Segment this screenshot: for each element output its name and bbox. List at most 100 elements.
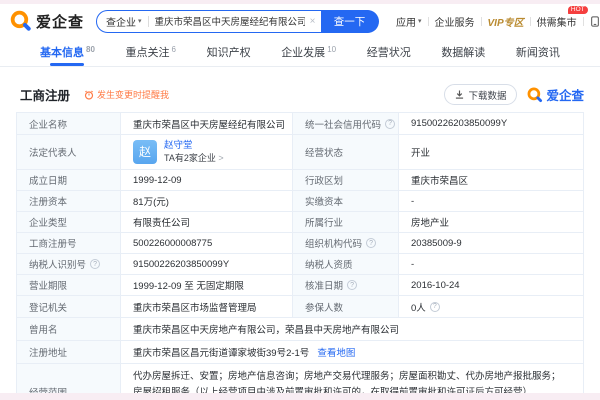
header-nav: 应用 ▾ 企业服务 VIP专区 供需集市 HOT xyxy=(396,4,600,38)
tab-6[interactable]: 数据解读 xyxy=(441,38,485,66)
search-category-label: 查企业 xyxy=(106,14,136,29)
page-background: 爱企查 查企业 ▾ × 查一下 应用 ▾ 企业服务 xyxy=(0,0,600,400)
alarm-icon xyxy=(84,90,94,100)
field-label: 曾用名 xyxy=(17,318,121,340)
field-label: 法定代表人 xyxy=(17,135,121,169)
field-label: 组织机构代码? xyxy=(293,233,399,253)
nav-apps[interactable]: 应用 ▾ xyxy=(396,14,422,29)
field-value: 1999-12-09 xyxy=(121,170,293,190)
download-icon xyxy=(455,90,464,99)
table-row: 注册地址重庆市荣昌区昌元街道谭家坡街39号2-1号查看地图 xyxy=(17,341,583,364)
info-icon[interactable]: ? xyxy=(90,259,100,269)
tab-count: 80 xyxy=(86,45,95,54)
aiqicha-watermark: 爱企查 xyxy=(527,85,584,104)
field-value: 赵赵守堂TA有2家企业 > xyxy=(121,135,293,169)
info-icon[interactable]: ? xyxy=(366,238,376,248)
field-label: 纳税人资质 xyxy=(293,254,399,274)
nav-vip-zone[interactable]: VIP专区 xyxy=(488,14,524,29)
divider xyxy=(428,17,429,26)
tab-label: 企业发展 xyxy=(281,44,325,60)
tab-count: 6 xyxy=(172,45,176,54)
download-label: 下载数据 xyxy=(468,88,506,102)
field-label: 统一社会信用代码? xyxy=(293,113,399,134)
table-row: 登记机关重庆市荣昌区市场监督管理局参保人数0人? xyxy=(17,296,583,318)
tab-label: 经营状况 xyxy=(367,44,411,60)
field-value: 81万(元) xyxy=(121,191,293,211)
tab-7[interactable]: 新闻资讯 xyxy=(516,38,560,66)
field-value: - xyxy=(399,191,583,211)
tab-4[interactable]: 企业发展10 xyxy=(281,38,336,66)
field-label: 经营状态 xyxy=(293,135,399,169)
field-label: 参保人数 xyxy=(293,296,399,317)
field-value: 1999-12-09 至 无固定期限 xyxy=(121,275,293,295)
nav-supply-market-label: 供需集市 xyxy=(537,14,577,29)
registration-table: 企业名称重庆市荣昌区中天房屋经纪有限公司统一社会信用代码?91500226203… xyxy=(16,112,584,393)
field-label: 企业名称 xyxy=(17,113,121,134)
download-data-button[interactable]: 下载数据 xyxy=(444,84,517,105)
table-row: 营业期限1999-12-09 至 无固定期限核准日期?2016-10-24 xyxy=(17,275,583,296)
field-value: 91500226203850099Y xyxy=(121,254,293,274)
view-map-link[interactable]: 查看地图 xyxy=(317,345,355,359)
change-alert-link[interactable]: 发生变更时提醒我 xyxy=(84,88,169,101)
table-row: 工商注册号500226000008775组织机构代码?20385009-9 xyxy=(17,233,583,254)
legal-rep: 赵赵守堂TA有2家企业 > xyxy=(133,140,224,165)
table-row: 注册资本81万(元)实缴资本- xyxy=(17,191,583,212)
search-button[interactable]: 查一下 xyxy=(321,10,379,33)
field-label: 行政区划 xyxy=(293,170,399,190)
tab-label: 新闻资讯 xyxy=(516,44,560,60)
field-label: 工商注册号 xyxy=(17,233,121,253)
field-value: 500226000008775 xyxy=(121,233,293,253)
clear-search-icon[interactable]: × xyxy=(310,16,316,27)
tab-1[interactable]: 基本信息80 xyxy=(40,38,95,66)
search-category-dropdown[interactable]: 查企业 ▾ xyxy=(106,14,142,29)
legal-rep-companies-link[interactable]: TA有2家企业 > xyxy=(164,152,224,164)
watermark-q-icon xyxy=(527,87,543,103)
field-label: 实缴资本 xyxy=(293,191,399,211)
legal-rep-avatar: 赵 xyxy=(133,140,157,164)
field-value: 有限责任公司 xyxy=(121,212,293,232)
watermark-text: 爱企查 xyxy=(546,85,584,104)
divider xyxy=(583,17,584,26)
field-label: 注册资本 xyxy=(17,191,121,211)
nav-supply-market[interactable]: 供需集市 HOT xyxy=(537,14,577,29)
field-value: 代办房屋拆迁、安置；房地产信息咨询；房地产交易代理服务；房屋面积勘丈、代办房地产… xyxy=(121,364,583,393)
nav-app-download[interactable]: APP xyxy=(590,16,600,27)
chevron-down-icon: ▾ xyxy=(418,17,422,25)
tab-label: 基本信息 xyxy=(40,44,84,60)
info-icon[interactable]: ? xyxy=(347,280,357,290)
top-header: 爱企查 查企业 ▾ × 查一下 应用 ▾ 企业服务 xyxy=(0,4,600,38)
field-value: 20385009-9 xyxy=(399,233,583,253)
table-row: 成立日期1999-12-09行政区划重庆市荣昌区 xyxy=(17,170,583,191)
chevron-right-icon: > xyxy=(218,153,223,163)
aiqicha-logo[interactable]: 爱企查 xyxy=(10,10,84,32)
field-label: 注册地址 xyxy=(17,341,121,363)
field-label: 经营范围 xyxy=(17,364,121,393)
search-bar: 查企业 ▾ × 查一下 xyxy=(96,10,378,33)
section-header: 工商注册 发生变更时提醒我 下载数据 xyxy=(20,84,584,105)
logo-q-icon xyxy=(10,10,32,32)
nav-enterprise-service[interactable]: 企业服务 xyxy=(435,14,475,29)
field-label: 核准日期? xyxy=(293,275,399,295)
field-value: 房地产业 xyxy=(399,212,583,232)
info-icon[interactable]: ? xyxy=(430,302,440,312)
legal-rep-info: 赵守堂TA有2家企业 > xyxy=(164,140,224,165)
table-row: 法定代表人赵赵守堂TA有2家企业 >经营状态开业 xyxy=(17,135,583,170)
legal-rep-name-link[interactable]: 赵守堂 xyxy=(164,140,224,153)
search-input[interactable] xyxy=(155,16,305,27)
table-row: 曾用名重庆市荣昌区中天房地产有限公司，荣昌县中天房地产有限公司 xyxy=(17,318,583,341)
tab-label: 知识产权 xyxy=(207,44,251,60)
tab-label: 数据解读 xyxy=(441,44,485,60)
field-label: 营业期限 xyxy=(17,275,121,295)
field-value: 2016-10-24 xyxy=(399,275,583,295)
table-row: 企业名称重庆市荣昌区中天房屋经纪有限公司统一社会信用代码?91500226203… xyxy=(17,113,583,135)
nav-apps-label: 应用 xyxy=(396,14,416,29)
tab-2[interactable]: 重点关注6 xyxy=(126,38,176,66)
tab-5[interactable]: 经营状况 xyxy=(367,38,411,66)
field-label: 所属行业 xyxy=(293,212,399,232)
tab-3[interactable]: 知识产权 xyxy=(207,38,251,66)
field-label: 登记机关 xyxy=(17,296,121,317)
field-value: - xyxy=(399,254,583,274)
chevron-down-icon: ▾ xyxy=(138,17,142,25)
divider xyxy=(481,17,482,26)
info-icon[interactable]: ? xyxy=(385,119,395,129)
